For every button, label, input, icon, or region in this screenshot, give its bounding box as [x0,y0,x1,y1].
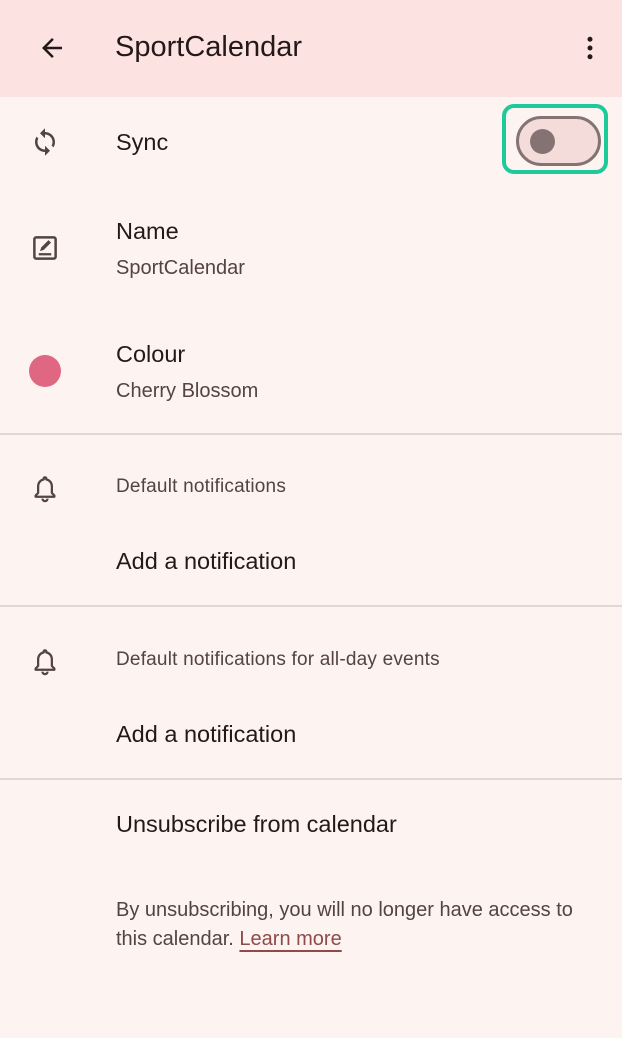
back-button[interactable] [28,24,76,72]
divider [0,605,622,607]
name-value[interactable]: SportCalendar [116,254,245,282]
page-title: SportCalendar [115,31,302,63]
colour-value[interactable]: Cherry Blossom [116,377,258,405]
learn-more-link[interactable]: Learn more [239,928,341,950]
sync-label: Sync [116,129,169,155]
unsubscribe-description-text: By unsubscribing, you will no longer hav… [116,899,573,950]
unsubscribe-button[interactable]: Unsubscribe from calendar [116,808,397,840]
bell-icon [20,636,70,686]
arrow-back-icon [42,38,62,58]
add-allday-notification-button[interactable]: Add a notification [116,718,296,750]
bell-icon [20,463,70,513]
colour-swatch [29,355,61,387]
edit-square-icon [20,223,70,273]
colour-label[interactable]: Colour [116,338,185,370]
more-vert-icon [587,36,593,60]
toggle-thumb [530,129,555,154]
sync-icon [20,117,70,167]
sync-toggle[interactable] [516,116,601,166]
divider [0,778,622,780]
more-options-button[interactable] [566,24,614,72]
unsubscribe-description: By unsubscribing, you will no longer hav… [116,896,586,954]
divider [0,433,622,435]
add-notification-button[interactable]: Add a notification [116,545,296,577]
name-label[interactable]: Name [116,215,179,247]
allday-notifications-title: Default notifications for all-day events [116,649,440,670]
colour-swatch-container [20,346,70,396]
top-app-bar: SportCalendar [0,0,622,97]
default-notifications-title: Default notifications [116,476,287,497]
